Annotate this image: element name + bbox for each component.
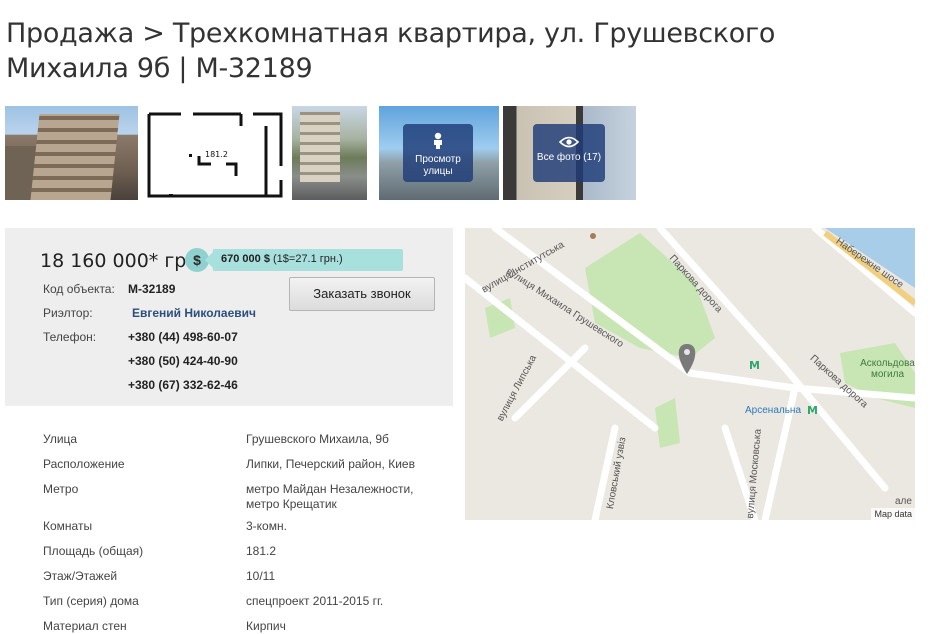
poi-icon — [590, 233, 596, 239]
property-label: Материал стен — [43, 619, 127, 633]
price-uah: 18 160 000* грн. — [40, 250, 205, 272]
property-value: метро Майдан Незалежности, метро Крещати… — [246, 482, 414, 511]
property-label: Комнаты — [43, 519, 93, 533]
property-label: Улица — [43, 432, 78, 446]
photo-thumbnail-street[interactable] — [292, 106, 367, 200]
map-attribution[interactable]: Map data — [871, 508, 915, 520]
exchange-rate: (1$=27.1 грн.) — [273, 253, 343, 265]
realtor-name-link[interactable]: Евгений Николаевич — [132, 306, 256, 320]
property-value: Липки, Печерский район, Киев — [246, 457, 415, 471]
floorplan-area-label: 181.2 — [205, 150, 228, 159]
property-value: Кирпич — [246, 619, 286, 633]
property-label: Площадь (общая) — [43, 544, 144, 558]
all-photos-label: Все фото (17) — [536, 152, 602, 163]
property-value: 181.2 — [246, 544, 277, 558]
property-value: 3-комн. — [246, 519, 287, 533]
property-value: 10/11 — [246, 569, 276, 583]
property-label: Расположение — [43, 457, 125, 471]
street-view-button[interactable]: Просмотр улицы — [403, 124, 473, 182]
person-icon — [434, 132, 442, 149]
street-view-label: Просмотр улицы — [415, 154, 461, 177]
offer-info-box: 18 160 000* грн. $ 670 000 $ (1$=27.1 гр… — [5, 228, 453, 406]
order-call-button[interactable]: Заказать звонок — [289, 277, 435, 311]
metro-icon: M — [749, 359, 760, 372]
property-value: Грушевского Михаила, 9б — [246, 432, 389, 446]
property-value: спецпроект 2011-2015 гг. — [246, 594, 384, 608]
phone-number[interactable]: +380 (50) 424-40-90 — [128, 354, 238, 368]
property-label: Метро — [43, 482, 79, 496]
property-label: Этаж/Этажей — [43, 569, 118, 583]
location-map[interactable]: M M вулиця Михаила Грушевского вулиця Ін… — [465, 228, 915, 520]
photo-thumbnail-building[interactable] — [5, 106, 138, 200]
phone-number[interactable]: +380 (44) 498-60-07 — [128, 330, 238, 344]
page-title: Продажа > Трехкомнатная квартира, ул. Гр… — [6, 18, 776, 84]
small-park — [655, 398, 680, 448]
phone-label: Телефон: — [43, 330, 97, 344]
map-street-label: але — [895, 496, 912, 507]
price-usd-badge: 670 000 $ (1$=27.1 грн.) — [205, 249, 403, 271]
eye-icon — [559, 136, 579, 148]
street-view-thumbnail[interactable]: Просмотр улицы — [379, 106, 499, 200]
map-place-label: Аскольдова могила — [860, 358, 915, 380]
object-code-label: Код объекта: — [43, 282, 115, 296]
photo-thumbnail-floorplan[interactable]: 181.2 — [141, 106, 289, 200]
all-photos-button[interactable]: Все фото (17) — [533, 124, 605, 182]
property-label: Тип (серия) дома — [43, 594, 139, 608]
realtor-label: Риэлтор: — [43, 306, 93, 320]
object-code-value: M-32189 — [128, 282, 176, 296]
map-metro-label: Арсенальна — [745, 405, 802, 416]
all-photos-thumbnail[interactable]: Все фото (17) — [503, 106, 636, 200]
price-usd: 670 000 $ — [221, 253, 270, 265]
metro-icon: M — [807, 404, 818, 417]
phone-number[interactable]: +380 (67) 332-62-46 — [128, 378, 238, 392]
